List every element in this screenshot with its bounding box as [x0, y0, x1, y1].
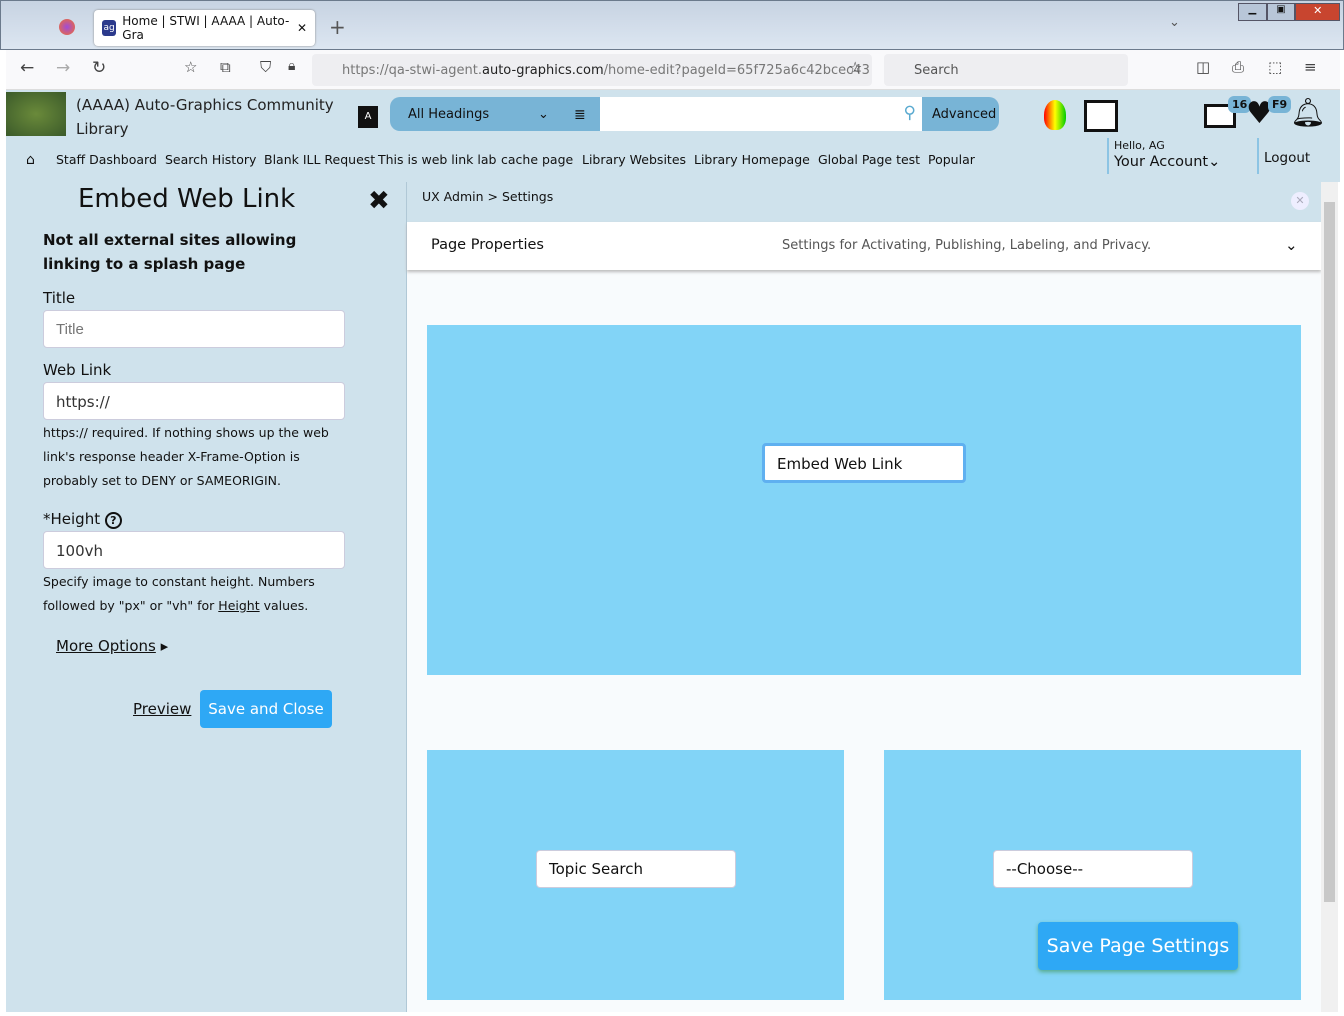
- advanced-search-button[interactable]: Advanced: [922, 97, 999, 131]
- height-label: *Height ?: [43, 510, 122, 529]
- close-icon[interactable]: ✖: [368, 186, 390, 216]
- embed-web-link-panel: Embed Web Link ✖ Not all external sites …: [6, 182, 407, 1012]
- bookmark-page-icon[interactable]: ☆: [184, 58, 197, 76]
- height-help-link[interactable]: Height: [218, 598, 259, 613]
- preview-link[interactable]: Preview: [133, 700, 191, 718]
- web-link-label: Web Link: [43, 361, 112, 379]
- more-options-link[interactable]: More Options ▸: [56, 637, 168, 655]
- pocket-icon[interactable]: ◫: [1196, 58, 1210, 76]
- nav-library-homepage[interactable]: Library Homepage: [694, 152, 810, 167]
- topic-search-block[interactable]: Topic Search: [427, 750, 844, 1000]
- breadcrumb-ux-admin[interactable]: UX Admin: [422, 189, 484, 204]
- favorites-badge: F9: [1268, 96, 1292, 113]
- balloon-icon[interactable]: [1044, 100, 1066, 130]
- new-tab-icon[interactable]: +: [329, 15, 346, 39]
- extensions-icon[interactable]: ⬚: [1268, 58, 1282, 76]
- forward-icon[interactable]: →: [56, 58, 70, 78]
- web-link-input[interactable]: https://: [43, 382, 345, 420]
- home-icon[interactable]: ⌂: [26, 152, 35, 168]
- divider: [1107, 138, 1109, 174]
- close-tab-icon[interactable]: ✕: [297, 21, 307, 35]
- browser-titlebar: ag Home | STWI | AAAA | Auto-Gra ✕ + ⌄ ▁ ▣…: [0, 0, 1344, 50]
- save-page-settings-button[interactable]: Save Page Settings: [1038, 922, 1238, 970]
- nav-blank-ill-request[interactable]: Blank ILL Request: [264, 152, 375, 167]
- search-input[interactable]: ⚲: [600, 97, 922, 131]
- embed-web-link-block[interactable]: Embed Web Link: [427, 325, 1301, 675]
- nav-popular[interactable]: Popular: [928, 152, 975, 167]
- share-icon[interactable]: ⧉: [220, 58, 231, 76]
- page-properties-description: Settings for Activating, Publishing, Lab…: [782, 238, 1152, 253]
- maximize-button[interactable]: ▣: [1266, 3, 1296, 21]
- page-editor: UX Admin > Settings ✕ Page Properties Se…: [407, 182, 1321, 1012]
- breadcrumb-settings[interactable]: Settings: [502, 189, 553, 204]
- language-icon[interactable]: A: [358, 106, 378, 128]
- browser-toolbar: ← → ↻ ☆ ⧉ ⛉ 🔒︎ https://qa-stwi-agent.aut…: [6, 50, 1340, 90]
- height-input[interactable]: 100vh: [43, 531, 345, 569]
- shield-icon[interactable]: ⛉: [260, 58, 271, 76]
- tab-title: Home | STWI | AAAA | Auto-Gra: [122, 14, 290, 42]
- browser-search[interactable]: Search: [884, 54, 1128, 86]
- search-icon[interactable]: ⚲: [904, 103, 916, 123]
- panel-title: Embed Web Link: [78, 184, 296, 214]
- scrollbar[interactable]: [1321, 182, 1338, 1012]
- help-circle-icon[interactable]: ?: [104, 512, 122, 529]
- lock-icon[interactable]: 🔒︎: [288, 58, 295, 74]
- account-menu[interactable]: Your Account⌄: [1114, 154, 1220, 170]
- scrollbar-thumb[interactable]: [1324, 202, 1335, 902]
- site-favicon-icon: ag: [102, 20, 117, 36]
- nav-library-websites[interactable]: Library Websites: [582, 152, 686, 167]
- chevron-down-icon: ⌄: [538, 107, 549, 122]
- topic-search-box[interactable]: Topic Search: [536, 850, 736, 888]
- choose-select[interactable]: --Choose--: [993, 850, 1193, 888]
- print-icon[interactable]: ⎙: [1232, 58, 1244, 76]
- title-input[interactable]: [43, 310, 345, 348]
- firefox-icon: [59, 19, 75, 35]
- menu-icon[interactable]: ≡: [1304, 58, 1317, 76]
- minimize-button[interactable]: ▁: [1238, 3, 1267, 21]
- tab-list-icon[interactable]: ⌄: [1169, 15, 1180, 30]
- bell-icon[interactable]: 🔔︎: [1290, 96, 1326, 129]
- web-link-help: https:// required. If nothing shows up t…: [43, 425, 329, 488]
- nav-staff-dashboard[interactable]: Staff Dashboard: [56, 152, 157, 167]
- page-properties-accordion[interactable]: Page Properties Settings for Activating,…: [407, 222, 1321, 270]
- page-properties-title: Page Properties: [431, 237, 544, 253]
- nav-web-link-lab[interactable]: This is web link lab: [378, 152, 496, 167]
- address-bar[interactable]: https://qa-stwi-agent.auto-graphics.com/…: [312, 54, 872, 86]
- save-and-close-button[interactable]: Save and Close: [200, 690, 332, 728]
- reload-icon[interactable]: ↻: [92, 58, 106, 78]
- back-icon[interactable]: ←: [20, 58, 34, 78]
- window-controls: ▁ ▣ ✕: [1238, 3, 1341, 21]
- warning-text: Not all external sites allowing linking …: [43, 231, 297, 273]
- greeting: Hello, AG: [1114, 139, 1165, 152]
- browser-tab[interactable]: ag Home | STWI | AAAA | Auto-Gra ✕: [94, 10, 315, 46]
- database-icon[interactable]: ≣: [574, 107, 586, 123]
- nav-search-history[interactable]: Search History: [165, 152, 256, 167]
- height-help: Specify image to constant height. Number…: [43, 574, 315, 613]
- close-circle-icon[interactable]: ✕: [1291, 192, 1309, 210]
- choose-block[interactable]: --Choose-- Save Page Settings: [884, 750, 1301, 1000]
- divider: [1257, 138, 1259, 174]
- nav-cache-page[interactable]: cache page: [501, 152, 573, 167]
- breadcrumb: UX Admin > Settings ✕: [407, 182, 1321, 222]
- embed-web-link-box[interactable]: Embed Web Link: [762, 443, 966, 483]
- library-logo: [6, 92, 66, 136]
- star-icon[interactable]: ☆: [848, 58, 862, 77]
- title-label: Title: [43, 289, 76, 307]
- close-window-button[interactable]: ✕: [1295, 3, 1341, 21]
- search-scope-select[interactable]: All Headings ⌄ ≣: [390, 97, 600, 131]
- chevron-down-icon[interactable]: ⌄: [1285, 236, 1298, 254]
- library-name[interactable]: (AAAA) Auto-Graphics Community Library: [76, 93, 336, 141]
- site-header: (AAAA) Auto-Graphics Community Library A…: [6, 90, 1340, 182]
- nav-global-page-test[interactable]: Global Page test: [818, 152, 920, 167]
- image-search-icon[interactable]: [1084, 100, 1118, 132]
- logout-link[interactable]: Logout: [1264, 150, 1310, 166]
